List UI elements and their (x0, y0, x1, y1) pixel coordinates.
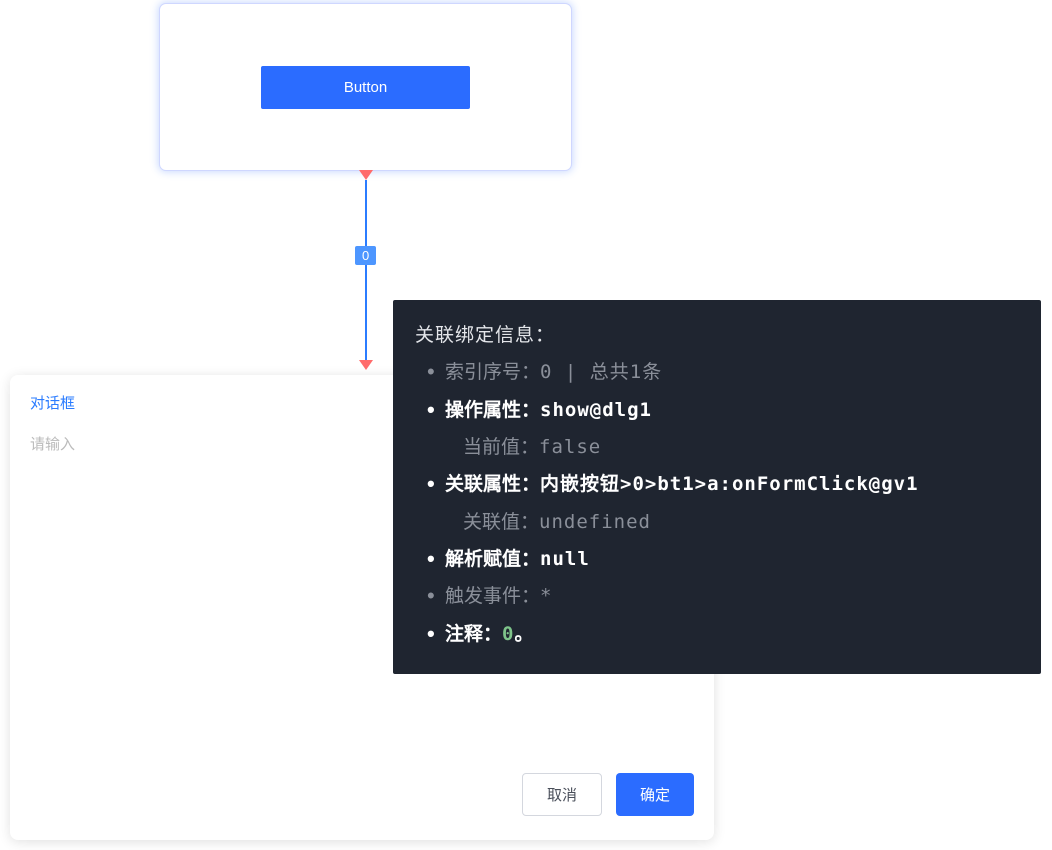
dialog-footer: 取消 确定 (10, 773, 714, 840)
info-rel-value-row: 关联值：undefined (415, 507, 1019, 538)
info-current-value-row: 当前值：false (415, 432, 1019, 463)
connector-arrow-bottom-icon (359, 360, 373, 370)
info-trigger-row: 触发事件：* (415, 581, 1019, 612)
connector-line (365, 180, 367, 360)
info-note-row: 注释：0。 (415, 619, 1019, 650)
demo-button[interactable]: Button (261, 66, 470, 109)
connector-arrow-top-icon (359, 170, 373, 180)
connector: 0 (363, 170, 369, 370)
info-index-row: 索引序号：0 | 总共1条 (415, 357, 1019, 388)
cancel-button[interactable]: 取消 (522, 773, 602, 816)
binding-info-panel: 关联绑定信息： 索引序号：0 | 总共1条 操作属性：show@dlg1 当前值… (393, 300, 1041, 674)
info-op-row: 操作属性：show@dlg1 (415, 395, 1019, 426)
info-rel-row: 关联属性：内嵌按钮>0>bt1>a:onFormClick@gv1 (415, 469, 1019, 500)
ok-button[interactable]: 确定 (616, 773, 694, 816)
source-node-card[interactable]: Button (160, 4, 571, 170)
info-parse-row: 解析赋值：null (415, 544, 1019, 575)
info-title: 关联绑定信息： (415, 320, 1019, 351)
connector-label: 0 (355, 246, 376, 265)
